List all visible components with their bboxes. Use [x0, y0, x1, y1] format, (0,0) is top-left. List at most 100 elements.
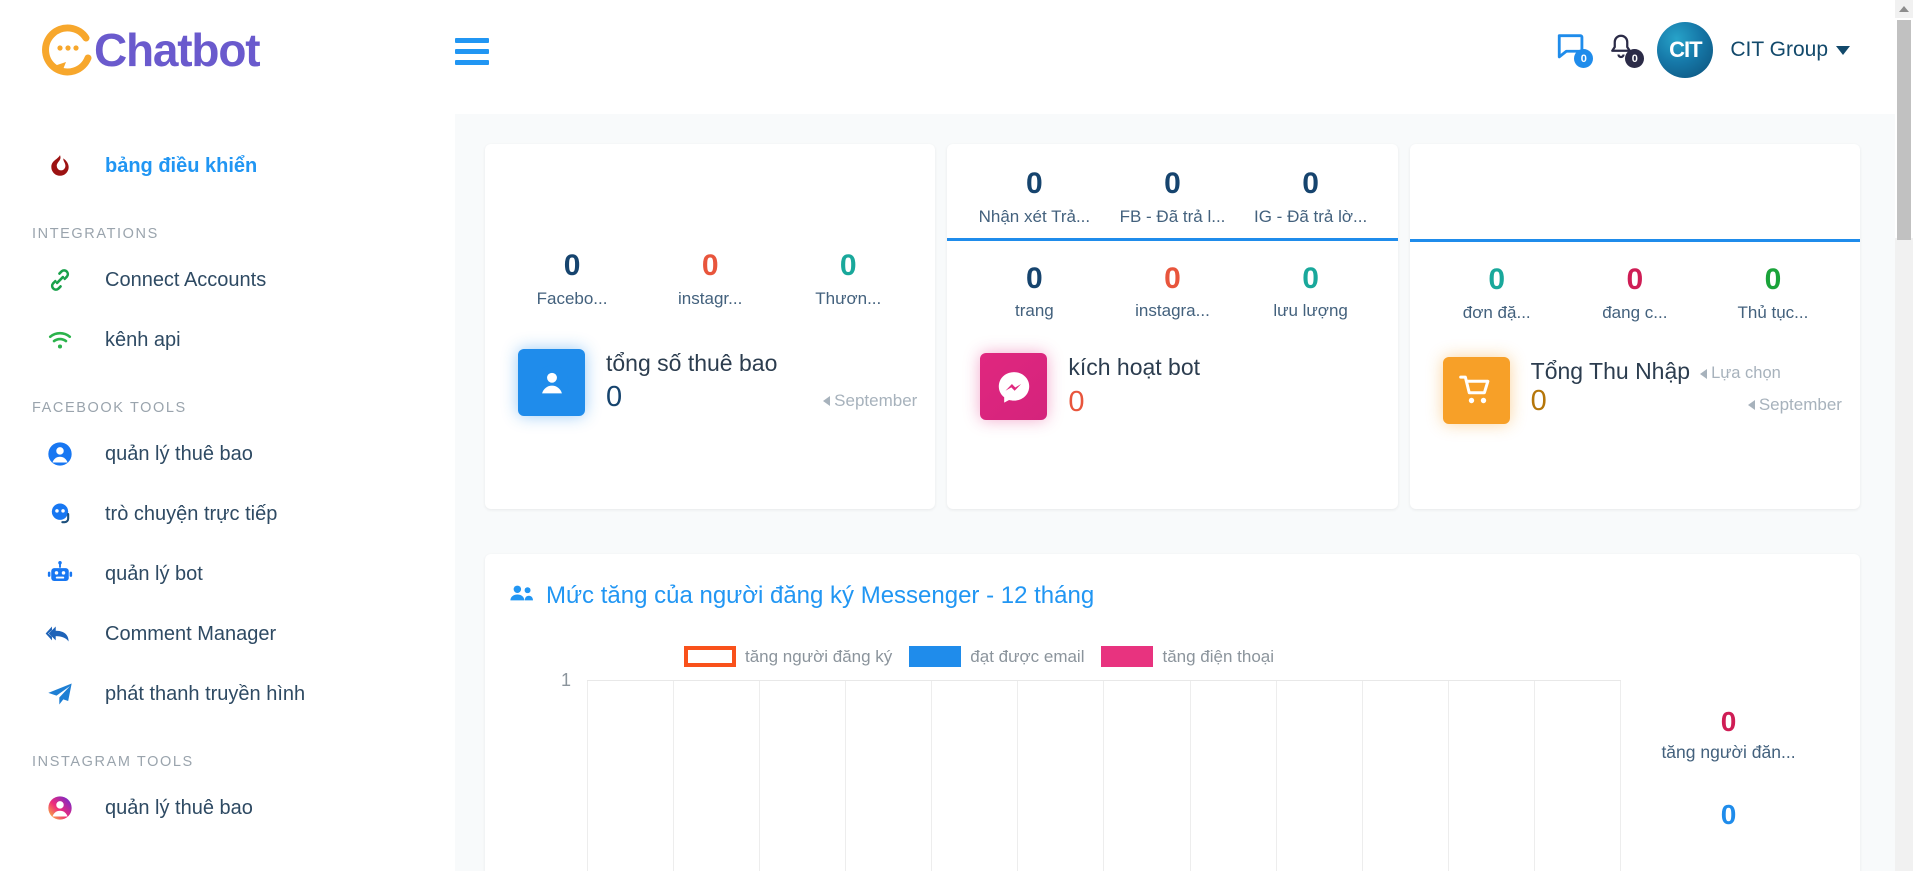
hamburger-bar [455, 38, 489, 43]
card-value: 0 [606, 381, 623, 414]
notifications-button[interactable]: 0 [1606, 30, 1645, 70]
card-divider [947, 237, 1398, 241]
chart-grid-column [1363, 681, 1449, 871]
legend-item[interactable]: tăng điện thoại [1101, 646, 1274, 667]
side-stat-value: 0 [1720, 799, 1737, 831]
mini-stat[interactable]: 0 Facebo... [503, 248, 641, 309]
chat-bubble-c-icon [40, 22, 96, 78]
mini-stat[interactable]: 0 Thươn... [779, 248, 917, 309]
mini-stat[interactable]: 0 Nhận xét Trả... [965, 166, 1103, 227]
card-month-selector[interactable]: September [1747, 395, 1842, 415]
card-body: kích hoạt bot 0 [1068, 353, 1379, 420]
notifications-badge: 0 [1625, 49, 1645, 68]
mini-stat[interactable]: 0 instagra... [1103, 261, 1241, 322]
sidebar-item-connect-accounts[interactable]: Connect Accounts [0, 250, 455, 310]
legend-item[interactable]: tăng người đăng ký [684, 646, 892, 667]
paper-plane-icon [40, 680, 80, 708]
app-logo[interactable]: Chatbot [40, 22, 261, 78]
card-month-label: September [834, 391, 918, 411]
user-menu[interactable]: CIT Group [1730, 38, 1850, 62]
side-stat-label: tăng người đăn... [1661, 742, 1796, 763]
mini-stat-value: 0 [1164, 261, 1181, 295]
card-top-stats: 0 Nhận xét Trả... 0 FB - Đã trả l... 0 I… [965, 166, 1379, 227]
avatar-initials: CIT [1669, 37, 1702, 62]
messages-button[interactable]: 0 [1555, 30, 1594, 70]
hamburger-menu-icon[interactable] [455, 38, 489, 65]
sidebar: bảng điều khiển INTEGRATIONS Connect Acc… [0, 114, 455, 871]
mini-stat[interactable]: 0 lưu lượng [1242, 261, 1380, 322]
card-main-row: kích hoạt bot 0 [965, 353, 1379, 421]
legend-label: đạt được email [970, 646, 1085, 666]
scrollbar-thumb[interactable] [1897, 20, 1911, 240]
chart-grid-column [932, 681, 1019, 871]
mini-stat[interactable]: 0 đơn đặ... [1428, 262, 1566, 323]
mini-stat-value: 0 [563, 249, 581, 282]
mini-stat[interactable]: 0 FB - Đã trả l... [1103, 166, 1241, 227]
sidebar-item-broadcast[interactable]: phát thanh truyền hình [0, 664, 455, 724]
chart-grid-column [1449, 681, 1535, 871]
legend-item[interactable]: đạt được email [909, 646, 1084, 667]
legend-swatch [684, 646, 736, 667]
card-month-selector[interactable]: September [823, 391, 917, 411]
mini-stat[interactable]: 0 trang [965, 261, 1103, 322]
card-divider [1409, 239, 1860, 242]
mini-stat-label: Nhận xét Trả... [978, 206, 1091, 226]
chart-area: tăng người đăng ký đạt được email tăng đ… [509, 646, 1836, 871]
sidebar-item-label: Connect Accounts [105, 268, 267, 291]
card-body: tổng số thuê bao 0 September [606, 349, 917, 416]
chart-grid-column [1018, 681, 1105, 871]
sidebar-item-fb-subscriber-manager[interactable]: quản lý thuê bao [0, 424, 455, 484]
chart-grid-column [674, 681, 761, 871]
sidebar-section-integrations: INTEGRATIONS [32, 226, 159, 242]
wifi-icon [40, 327, 80, 353]
link-icon [40, 266, 80, 294]
chart-grid-column [1535, 681, 1621, 871]
card-mini-stats: 0 đơn đặ... 0 đang c... 0 Thủ tục... [1428, 262, 1842, 323]
messenger-icon [980, 353, 1048, 421]
mini-stat[interactable]: 0 instagr... [641, 248, 779, 309]
subscriber-growth-chart-panel: Mức tăng của người đăng ký Messenger - 1… [485, 554, 1860, 871]
chart-grid-column [760, 681, 847, 871]
mini-stat-label: đang c... [1602, 302, 1668, 322]
sidebar-item-live-chat[interactable]: trò chuyện trực tiếp [0, 484, 455, 544]
avatar[interactable]: CIT [1657, 22, 1714, 78]
mini-stat-value: 0 [1764, 263, 1782, 296]
side-stat[interactable]: 0 tăng người đăn... [1621, 704, 1836, 763]
mini-stat-label: IG - Đã trả lờ... [1254, 206, 1368, 226]
reply-all-icon [40, 621, 80, 647]
mini-stat-value: 0 [1026, 261, 1043, 295]
card-value: 0 [1068, 385, 1085, 418]
mini-stat[interactable]: 0 IG - Đã trả lờ... [1242, 166, 1380, 227]
mini-stat-label: instagr... [678, 288, 743, 308]
user-circle-icon [40, 440, 80, 468]
y-axis-tick: 1 [561, 670, 572, 690]
sidebar-item-comment-manager[interactable]: Comment Manager [0, 604, 455, 664]
legend-swatch [1101, 646, 1154, 667]
card-select[interactable]: Lựa chọn [1700, 364, 1781, 383]
sidebar-item-dashboard[interactable]: bảng điều khiển [0, 136, 455, 196]
shopping-cart-icon [1442, 356, 1510, 424]
mini-stat-label: FB - Đã trả l... [1119, 206, 1226, 226]
sidebar-item-label: bảng điều khiển [105, 154, 258, 177]
sidebar-item-ig-subscriber-manager[interactable]: quản lý thuê bao [0, 778, 455, 838]
scrollbar-up-button[interactable] [1895, 0, 1913, 18]
mini-stat[interactable]: 0 đang c... [1566, 262, 1704, 323]
chart-title-row: Mức tăng của người đăng ký Messenger - 1… [509, 582, 1836, 610]
mini-stat[interactable]: 0 Thủ tục... [1704, 262, 1842, 323]
sidebar-item-api-channel[interactable]: kênh api [0, 310, 455, 370]
card-title: tổng số thuê bao [606, 349, 778, 376]
sidebar-section-facebook-tools: FACEBOOK TOOLS [32, 400, 187, 416]
card-top-spacer [1428, 144, 1842, 228]
side-stat[interactable]: 0 [1621, 797, 1836, 833]
card-select-label: Lựa chọn [1711, 364, 1781, 383]
sidebar-item-bot-manager[interactable]: quản lý bot [0, 544, 455, 604]
user-circle-icon [518, 348, 585, 416]
flame-icon [40, 151, 80, 181]
mini-stat-label: trang [1015, 301, 1054, 321]
side-stat-value: 0 [1720, 706, 1737, 737]
user-name-label: CIT Group [1730, 38, 1828, 61]
sidebar-item-label: Comment Manager [105, 622, 277, 645]
card-main-row: tổng số thuê bao 0 September [503, 348, 917, 416]
legend-swatch [909, 646, 962, 667]
page-scrollbar[interactable] [1895, 0, 1913, 871]
